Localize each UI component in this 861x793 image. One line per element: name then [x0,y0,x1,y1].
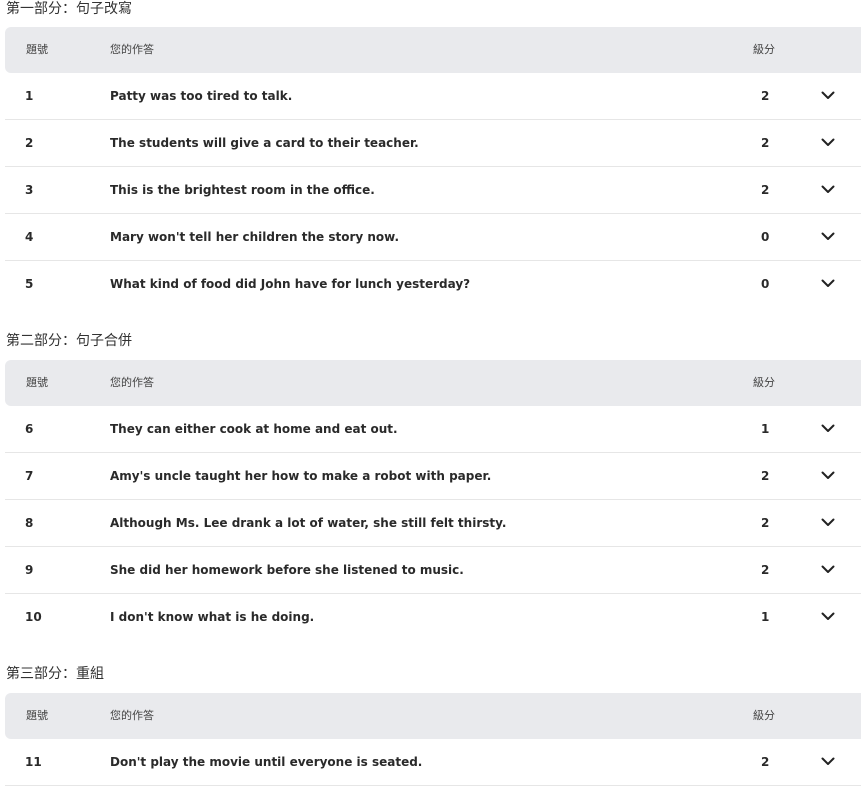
answers-table: 題號 您的作答 級分 6 They can either cook at hom… [5,360,861,640]
table-header: 題號 您的作答 級分 [5,27,861,73]
question-number: 3 [25,183,34,197]
header-score: 級分 [753,43,775,56]
expand-row-button[interactable] [817,419,839,437]
question-number: 2 [25,136,34,150]
chevron-down-icon [821,91,835,99]
table-body: 11 Don't play the movie until everyone i… [5,739,861,786]
chevron-down-icon [821,471,835,479]
header-number: 題號 [26,709,48,722]
question-number: 10 [25,610,42,624]
expand-row-button[interactable] [817,274,839,292]
question-number: 8 [25,516,34,530]
table-row: 4 Mary won't tell her children the story… [5,214,861,261]
answer-text: Amy's uncle taught her how to make a rob… [110,469,492,483]
section-title: 第二部分：句子合併 [6,333,132,349]
chevron-down-icon [821,138,835,146]
question-number: 1 [25,89,34,103]
answers-table: 題號 您的作答 級分 11 Don't play the movie until… [5,693,861,786]
chevron-down-icon [821,185,835,193]
expand-row-button[interactable] [817,752,839,770]
answer-text: Mary won't tell her children the story n… [110,230,400,244]
answer-text: They can either cook at home and eat out… [110,422,398,436]
table-header: 題號 您的作答 級分 [5,693,861,739]
table-row: 2 The students will give a card to their… [5,120,861,167]
question-number: 6 [25,422,34,436]
table-header: 題號 您的作答 級分 [5,360,861,406]
chevron-down-icon [821,612,835,620]
chevron-down-icon [821,424,835,432]
question-number: 5 [25,277,34,291]
score-value: 2 [761,89,770,103]
table-row: 3 This is the brightest room in the offi… [5,167,861,214]
answer-text: Don't play the movie until everyone is s… [110,755,423,769]
table-row: 1 Patty was too tired to talk. 2 [5,73,861,120]
header-score: 級分 [753,376,775,389]
header-answer: 您的作答 [110,709,154,722]
expand-row-button[interactable] [817,466,839,484]
expand-row-button[interactable] [817,607,839,625]
answer-text: She did her homework before she listened… [110,563,464,577]
results-page: 第一部分：句子改寫 題號 您的作答 級分 1 Patty was too tir… [0,0,861,793]
header-answer: 您的作答 [110,43,154,56]
question-number: 4 [25,230,34,244]
expand-row-button[interactable] [817,227,839,245]
expand-row-button[interactable] [817,560,839,578]
table-body: 1 Patty was too tired to talk. 2 2 The s… [5,73,861,307]
question-number: 9 [25,563,34,577]
header-number: 題號 [26,376,48,389]
table-body: 6 They can either cook at home and eat o… [5,406,861,640]
score-value: 2 [761,755,770,769]
answer-text: This is the brightest room in the office… [110,183,375,197]
section-sentence-combining: 第二部分：句子合併 題號 您的作答 級分 6 They can either c… [0,332,861,640]
question-number: 11 [25,755,42,769]
table-row: 9 She did her homework before she listen… [5,547,861,594]
answer-text: What kind of food did John have for lunc… [110,277,471,291]
chevron-down-icon [821,279,835,287]
header-number: 題號 [26,43,48,56]
table-row: 6 They can either cook at home and eat o… [5,406,861,453]
expand-row-button[interactable] [817,133,839,151]
score-value: 2 [761,516,770,530]
section-sentence-rewrite: 第一部分：句子改寫 題號 您的作答 級分 1 Patty was too tir… [0,0,861,307]
chevron-down-icon [821,518,835,526]
score-value: 1 [761,610,770,624]
expand-row-button[interactable] [817,86,839,104]
table-row: 10 I don't know what is he doing. 1 [5,594,861,640]
expand-row-button[interactable] [817,513,839,531]
chevron-down-icon [821,232,835,240]
score-value: 2 [761,469,770,483]
score-value: 2 [761,563,770,577]
table-row: 7 Amy's uncle taught her how to make a r… [5,453,861,500]
table-row: 11 Don't play the movie until everyone i… [5,739,861,786]
score-value: 2 [761,136,770,150]
header-score: 級分 [753,709,775,722]
score-value: 2 [761,183,770,197]
section-reordering: 第三部分：重組 題號 您的作答 級分 11 Don't play the mov… [0,665,861,786]
score-value: 1 [761,422,770,436]
answer-text: The students will give a card to their t… [110,136,419,150]
section-title: 第三部分：重組 [6,666,104,682]
score-value: 0 [761,230,770,244]
answer-text: Although Ms. Lee drank a lot of water, s… [110,516,507,530]
chevron-down-icon [821,757,835,765]
score-value: 0 [761,277,770,291]
header-answer: 您的作答 [110,376,154,389]
question-number: 7 [25,469,34,483]
table-row: 5 What kind of food did John have for lu… [5,261,861,307]
table-row: 8 Although Ms. Lee drank a lot of water,… [5,500,861,547]
chevron-down-icon [821,565,835,573]
answer-text: I don't know what is he doing. [110,610,315,624]
answer-text: Patty was too tired to talk. [110,89,293,103]
answers-table: 題號 您的作答 級分 1 Patty was too tired to talk… [5,27,861,307]
expand-row-button[interactable] [817,180,839,198]
section-title: 第一部分：句子改寫 [6,1,132,17]
